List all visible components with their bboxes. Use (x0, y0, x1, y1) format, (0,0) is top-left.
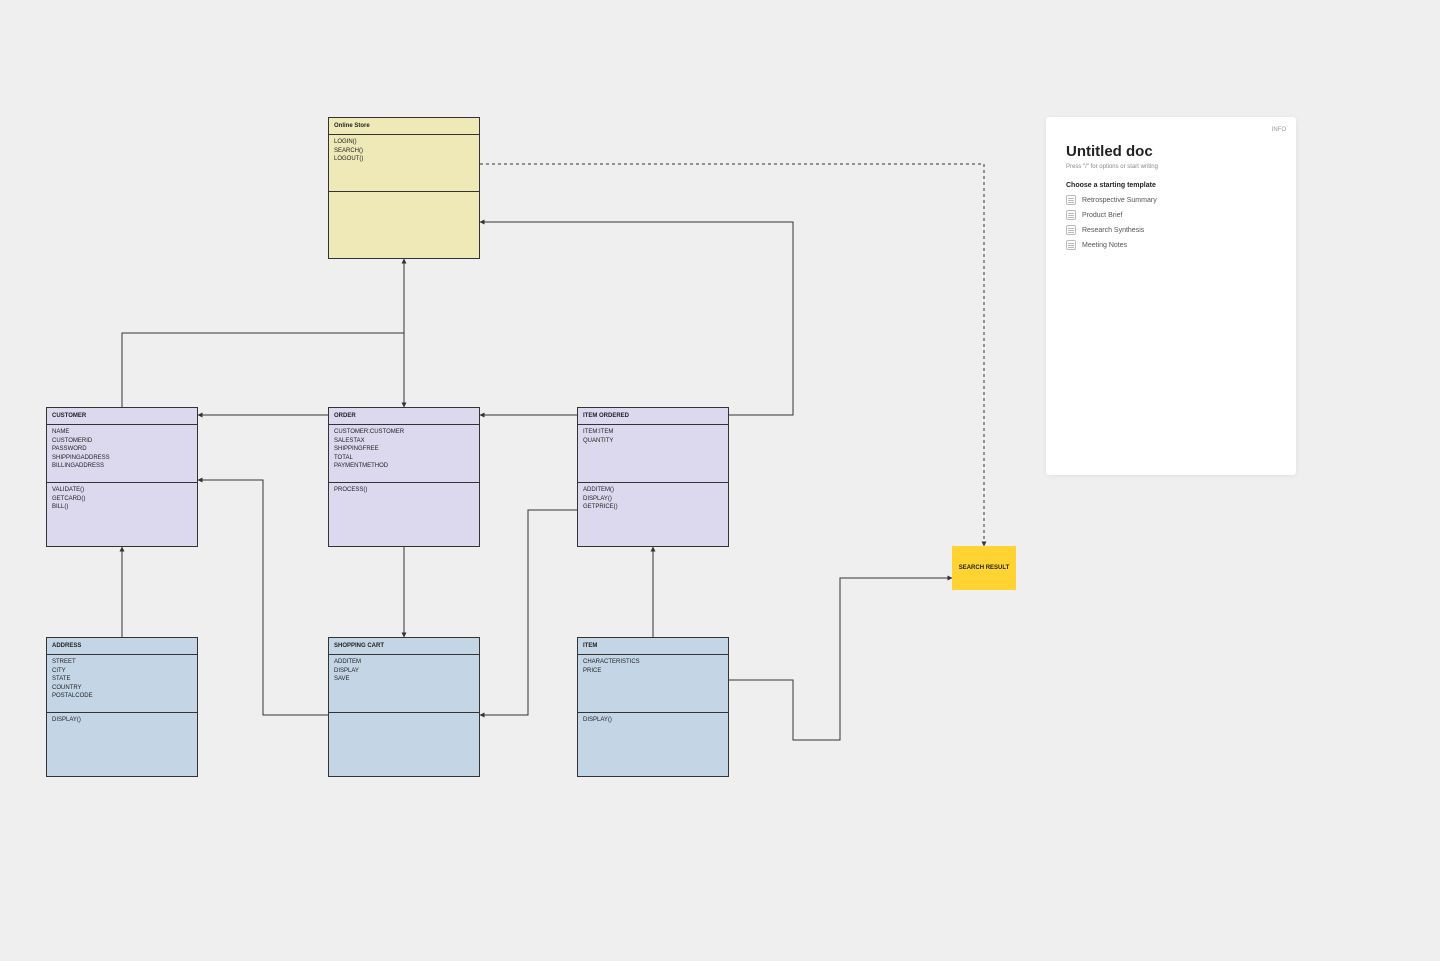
template-item-meeting-notes[interactable]: Meeting Notes (1066, 240, 1276, 250)
class-title: ITEM ORDERED (578, 408, 728, 425)
class-title: ORDER (329, 408, 479, 425)
class-attrs: STREET CITY STATE COUNTRY POSTALCODE (47, 655, 197, 713)
template-label: Product Brief (1082, 212, 1122, 219)
document-icon (1066, 240, 1076, 250)
node-label: SEARCH RESULT (959, 565, 1010, 571)
class-item-ordered[interactable]: ITEM ORDERED ITEM:ITEM QUANTITY ADDITEM(… (577, 407, 729, 547)
class-title: SHOPPING CART (329, 638, 479, 655)
class-attrs: ADDITEM DISPLAY SAVE (329, 655, 479, 713)
class-methods: ADDITEM() DISPLAY() GETPRICE() (578, 483, 728, 546)
class-title: ADDRESS (47, 638, 197, 655)
template-section-title: Choose a starting template (1066, 182, 1276, 189)
document-icon (1066, 225, 1076, 235)
class-item[interactable]: ITEM CHARACTERISTICS PRICE DISPLAY() (577, 637, 729, 777)
node-search-result[interactable]: SEARCH RESULT (952, 546, 1016, 590)
template-item-retrospective[interactable]: Retrospective Summary (1066, 195, 1276, 205)
class-attrs: CUSTOMER:CUSTOMER SALESTAX SHIPPINGFREE … (329, 425, 479, 483)
class-address[interactable]: ADDRESS STREET CITY STATE COUNTRY POSTAL… (46, 637, 198, 777)
template-item-research-synthesis[interactable]: Research Synthesis (1066, 225, 1276, 235)
class-methods: LOGIN() SEARCH() LOGOUT() (329, 135, 479, 192)
template-label: Retrospective Summary (1082, 197, 1157, 204)
doc-panel[interactable]: INFO Untitled doc Press "/" for options … (1046, 117, 1296, 475)
template-label: Meeting Notes (1082, 242, 1127, 249)
class-empty-section (329, 192, 479, 258)
class-methods: PROCESS() (329, 483, 479, 546)
class-methods: VALIDATE() GETCARD() BILL() (47, 483, 197, 546)
class-title: ITEM (578, 638, 728, 655)
template-item-product-brief[interactable]: Product Brief (1066, 210, 1276, 220)
class-online-store[interactable]: Online Store LOGIN() SEARCH() LOGOUT() (328, 117, 480, 259)
class-methods: DISPLAY() (47, 713, 197, 776)
class-title: CUSTOMER (47, 408, 197, 425)
diagram-canvas[interactable]: Online Store LOGIN() SEARCH() LOGOUT() C… (0, 0, 1440, 961)
document-icon (1066, 195, 1076, 205)
class-methods: DISPLAY() (578, 713, 728, 776)
class-methods (329, 713, 479, 776)
class-attrs: NAME CUSTOMERID PASSWORD SHIPPINGADDRESS… (47, 425, 197, 483)
class-attrs: CHARACTERISTICS PRICE (578, 655, 728, 713)
info-button[interactable]: INFO (1272, 127, 1286, 133)
document-icon (1066, 210, 1076, 220)
class-attrs: ITEM:ITEM QUANTITY (578, 425, 728, 483)
doc-hint: Press "/" for options or start writing (1066, 164, 1276, 170)
doc-title[interactable]: Untitled doc (1066, 143, 1276, 160)
class-customer[interactable]: CUSTOMER NAME CUSTOMERID PASSWORD SHIPPI… (46, 407, 198, 547)
template-label: Research Synthesis (1082, 227, 1144, 234)
class-shopping-cart[interactable]: SHOPPING CART ADDITEM DISPLAY SAVE (328, 637, 480, 777)
class-title: Online Store (329, 118, 479, 135)
class-order[interactable]: ORDER CUSTOMER:CUSTOMER SALESTAX SHIPPIN… (328, 407, 480, 547)
